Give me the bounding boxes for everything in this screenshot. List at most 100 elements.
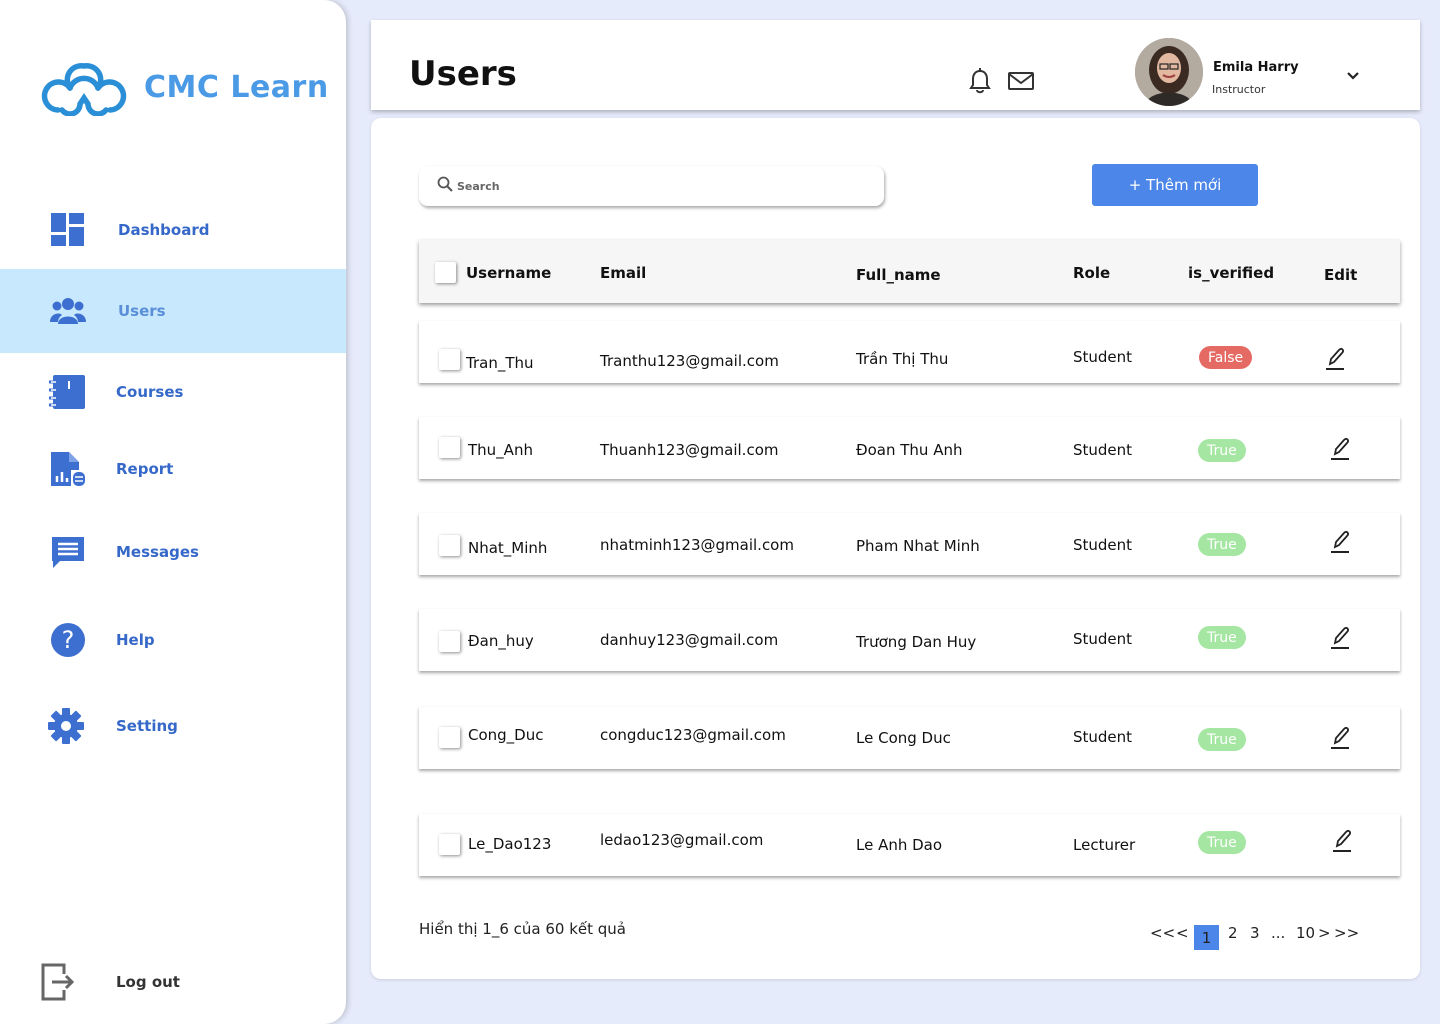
sidebar: CMC Learn Dashboard Users Courses Report… (0, 0, 346, 1024)
logout-button[interactable]: Log out (0, 940, 346, 1024)
sidebar-item-users[interactable]: Users (0, 269, 346, 353)
mail-icon[interactable] (1008, 72, 1034, 94)
sidebar-item-messages[interactable]: Messages (0, 510, 346, 594)
cell-role: Student (1073, 536, 1133, 554)
cell-email: ledao123@gmail.com (600, 831, 764, 849)
add-new-button[interactable]: + Thêm mới (1092, 164, 1258, 206)
dashboard-icon (48, 210, 88, 250)
sidebar-item-dashboard[interactable]: Dashboard (0, 188, 346, 272)
row-checkbox[interactable] (439, 349, 460, 370)
row-checkbox[interactable] (439, 437, 460, 458)
edit-icon[interactable] (1330, 726, 1350, 754)
help-icon: ? (48, 620, 88, 660)
status-badge: True (1198, 626, 1246, 649)
sidebar-item-report[interactable]: Report (0, 427, 346, 511)
status-badge: False (1199, 346, 1253, 369)
row-checkbox[interactable] (439, 727, 460, 748)
cell-fullname: Le Anh Dao (856, 836, 943, 854)
sidebar-item-courses[interactable]: Courses (0, 350, 346, 434)
messages-icon (48, 532, 88, 572)
cell-role: Lecturer (1073, 836, 1136, 854)
edit-icon[interactable] (1330, 437, 1350, 465)
bell-icon[interactable] (969, 68, 991, 98)
courses-icon (48, 372, 88, 412)
pagination-page[interactable]: 2 (1228, 924, 1238, 942)
table-header: Username Email Full_name Role is_verifie… (419, 240, 1400, 303)
cell-username: Le_Dao123 (468, 835, 552, 853)
users-panel: + Thêm mới Username Email Full_name Role… (371, 118, 1420, 979)
search-input[interactable] (457, 179, 837, 193)
sidebar-item-label: Report (116, 460, 174, 478)
pagination-ellipsis: ... (1271, 924, 1286, 942)
cell-fullname: Đoan Thu Anh (856, 441, 963, 459)
pagination-last[interactable]: >> (1334, 924, 1359, 942)
column-header-role[interactable]: Role (1073, 264, 1110, 282)
cell-username: Tran_Thu (466, 354, 534, 372)
cell-email: danhuy123@gmail.com (600, 631, 779, 649)
column-header-fullname[interactable]: Full_name (856, 266, 941, 284)
report-icon (48, 449, 88, 489)
cloud-logo-icon (41, 63, 127, 116)
sidebar-item-label: Dashboard (118, 221, 210, 239)
column-header-email[interactable]: Email (600, 264, 646, 282)
cell-role: Student (1073, 441, 1133, 459)
sidebar-item-setting[interactable]: Setting (0, 684, 346, 768)
sidebar-item-label: Users (118, 302, 166, 320)
brand-name: CMC Learn (144, 69, 329, 105)
edit-icon[interactable] (1325, 347, 1345, 375)
top-header: Users Emila Harry Instructor (371, 20, 1420, 110)
user-role: Instructor (1212, 83, 1266, 96)
svg-text:?: ? (62, 626, 75, 654)
edit-icon[interactable] (1332, 829, 1352, 857)
pagination-page[interactable]: 3 (1250, 924, 1260, 942)
cell-role: Student (1073, 348, 1133, 366)
user-name: Emila Harry (1213, 60, 1299, 75)
gear-icon (46, 706, 86, 746)
pagination-first[interactable]: << (1150, 924, 1175, 942)
select-all-checkbox[interactable] (435, 262, 456, 283)
table-row[interactable]: Đan_huy danhuy123@gmail.com Trương Dan H… (419, 609, 1400, 671)
status-badge: True (1198, 728, 1246, 751)
users-icon (48, 291, 88, 331)
chevron-down-icon[interactable] (1346, 66, 1360, 85)
column-header-verified[interactable]: is_verified (1188, 264, 1274, 282)
sidebar-item-label: Setting (116, 717, 178, 735)
sidebar-item-label: Courses (116, 383, 184, 401)
cell-email: Thuanh123@gmail.com (600, 441, 779, 459)
cell-fullname: Trương Dan Huy (856, 633, 977, 651)
sidebar-item-label: Messages (116, 543, 199, 561)
table-row[interactable]: Nhat_Minh nhatminh123@gmail.com Pham Nha… (419, 513, 1400, 575)
pagination-next[interactable]: > (1318, 924, 1331, 942)
edit-icon[interactable] (1330, 626, 1350, 654)
column-header-username[interactable]: Username (466, 264, 551, 282)
search-box (419, 166, 884, 206)
cell-fullname: Le Cong Duc (856, 729, 951, 747)
sidebar-item-help[interactable]: ? Help (0, 598, 346, 682)
cell-role: Student (1073, 630, 1133, 648)
pagination-prev[interactable]: < (1176, 924, 1189, 942)
row-checkbox[interactable] (439, 535, 460, 556)
sidebar-item-label: Help (116, 631, 155, 649)
status-badge: True (1198, 831, 1246, 854)
avatar[interactable] (1135, 38, 1203, 106)
row-checkbox[interactable] (439, 631, 460, 652)
search-icon (437, 176, 453, 196)
cell-email: nhatminh123@gmail.com (600, 536, 794, 554)
pagination-page[interactable]: 10 (1296, 924, 1315, 942)
row-checkbox[interactable] (439, 834, 460, 855)
table-row[interactable]: Cong_Duc congduc123@gmail.com Le Cong Du… (419, 707, 1400, 769)
cell-email: Tranthu123@gmail.com (600, 352, 779, 370)
cell-username: Cong_Duc (468, 726, 544, 744)
pagination-page-current[interactable]: 1 (1194, 925, 1219, 950)
logout-icon (38, 962, 78, 1002)
table-row[interactable]: Thu_Anh Thuanh123@gmail.com Đoan Thu Anh… (419, 417, 1400, 479)
edit-icon[interactable] (1330, 530, 1350, 558)
cell-username: Nhat_Minh (468, 539, 548, 557)
cell-fullname: Pham Nhat Minh (856, 537, 980, 555)
logout-label: Log out (116, 973, 180, 991)
cell-role: Student (1073, 728, 1133, 746)
table-row[interactable]: Tran_Thu Tranthu123@gmail.com Trần Thị T… (419, 321, 1400, 383)
brand-logo[interactable]: CMC Learn (40, 58, 329, 116)
table-row[interactable]: Le_Dao123 ledao123@gmail.com Le Anh Dao … (419, 814, 1400, 876)
cell-username: Đan_huy (468, 632, 534, 650)
